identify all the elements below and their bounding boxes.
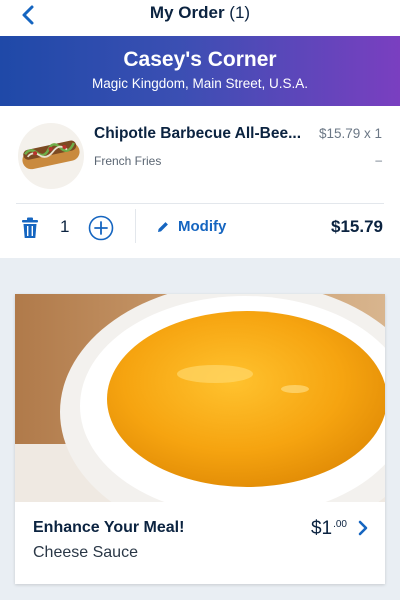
item-unit-price: $15.79 x 1	[318, 126, 382, 141]
upsell-item-name: Cheese Sauce	[33, 544, 138, 561]
restaurant-banner: Casey's Corner Magic Kingdom, Main Stree…	[0, 36, 400, 106]
page-title-text: My Order	[149, 3, 225, 22]
side-price: –	[375, 153, 382, 167]
modify-button[interactable]: Modify	[156, 218, 226, 235]
item-thumbnail	[18, 123, 84, 189]
page-title: My Order (1)	[0, 3, 400, 23]
modify-label: Modify	[178, 218, 227, 235]
upsell-price-cents: .00	[333, 519, 347, 530]
restaurant-name: Casey's Corner	[123, 48, 277, 71]
order-count: (1)	[229, 3, 251, 22]
vertical-divider	[135, 209, 136, 243]
divider	[16, 203, 384, 204]
item-side: French Fries	[94, 154, 162, 168]
upsell-heading: Enhance Your Meal!	[33, 519, 185, 536]
quantity-value: 1	[60, 217, 70, 236]
chevron-right-icon[interactable]	[357, 520, 369, 536]
top-bar: My Order (1)	[0, 0, 400, 36]
cheese-sauce-photo	[15, 294, 385, 502]
pencil-icon	[158, 221, 168, 232]
restaurant-location: Magic Kingdom, Main Street, U.S.A.	[91, 76, 309, 91]
trash-icon[interactable]	[20, 217, 40, 239]
plus-circle-icon[interactable]	[88, 215, 114, 241]
upsell-price: $1.00	[311, 518, 347, 540]
line-total: $15.79	[331, 217, 383, 236]
upsell-card[interactable]: Enhance Your Meal! Cheese Sauce $1.00	[15, 294, 385, 584]
order-item-card: Chipotle Barbecue All-Bee... $15.79 x 1 …	[0, 106, 400, 258]
item-name[interactable]: Chipotle Barbecue All-Bee...	[94, 125, 312, 143]
upsell-price-dollars: $1	[310, 518, 333, 539]
